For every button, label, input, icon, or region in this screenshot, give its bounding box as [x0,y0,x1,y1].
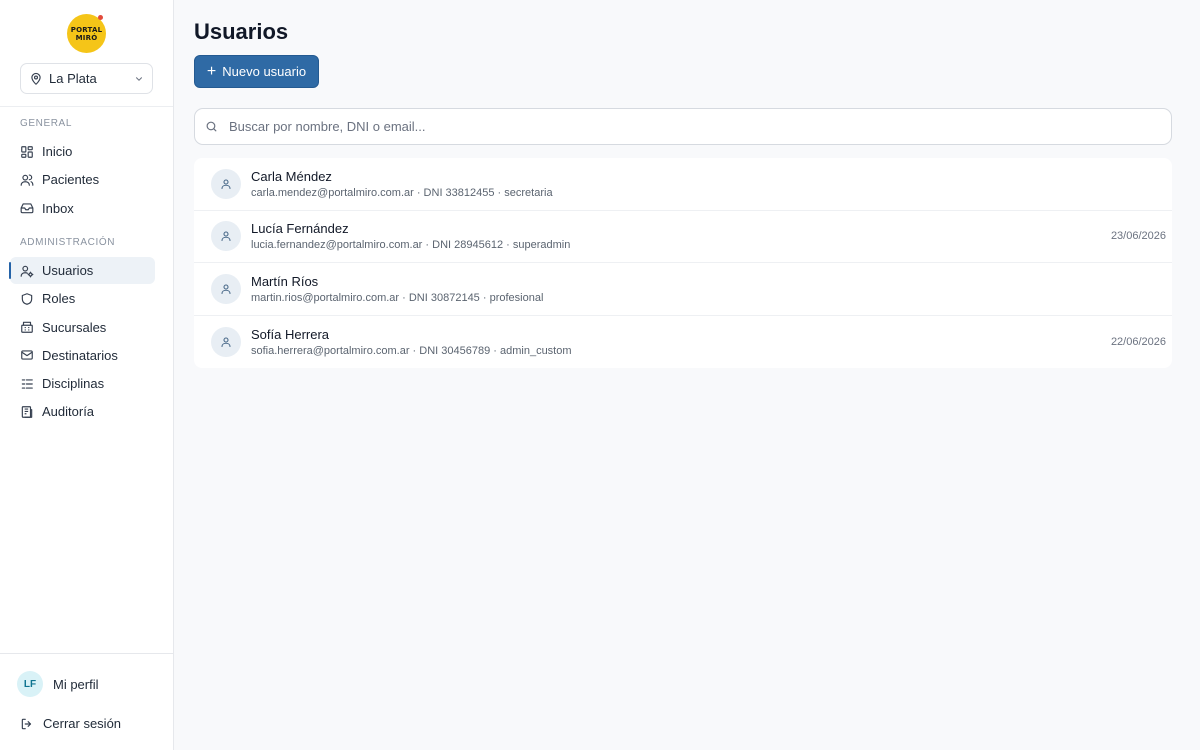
sidebar-item-disciplinas[interactable]: Disciplinas [10,370,155,397]
user-meta: lucia.fernandez@portalmiro.com.ar · DNI … [251,239,571,252]
app-root: PORTAL MIRÓ La Plata GENERAL Inicio Paci… [0,0,1200,750]
user-info: Lucía Fernández lucia.fernandez@portalmi… [251,221,570,251]
branch-select[interactable]: La Plata [20,63,153,94]
sidebar: PORTAL MIRÓ La Plata GENERAL Inicio Paci… [0,0,174,750]
sidebar-item-pacientes[interactable]: Pacientes [10,166,155,193]
search-box [194,108,1172,145]
sidebar-item-roles[interactable]: Roles [10,285,155,312]
sidebar-item-label: Auditoría [42,404,95,420]
sidebar-item-label: Roles [42,291,76,307]
sidebar-item-label: Pacientes [42,172,100,188]
user-meta: carla.mendez@portalmiro.com.ar · DNI 338… [251,186,553,199]
list-item[interactable]: Lucía Fernández lucia.fernandez@portalmi… [194,211,1172,263]
logo-text-line1: PORTAL [70,25,103,34]
user-icon [221,231,231,242]
branch-select-value: La Plata [49,71,97,86]
profile-label: Mi perfil [53,676,99,692]
audit-icon [21,406,33,418]
sidebar-item-usuarios[interactable]: Usuarios [9,257,155,284]
shield-icon [21,292,33,305]
sidebar-item-label: Inbox [42,200,74,216]
portal-miro-logo[interactable]: PORTAL MIRÓ [67,14,106,53]
sidebar-item-auditoria[interactable]: Auditoría [10,398,155,425]
search-input[interactable] [229,119,1129,134]
sidebar-item-sucursales[interactable]: Sucursales [10,314,155,341]
sidebar-item-label: Disciplinas [42,376,105,392]
new-user-button[interactable]: + Nuevo usuario [194,55,319,88]
grid-icon [21,145,33,158]
user-name: Sofía Herrera [251,326,330,342]
sidebar-footer: LF Mi perfil Cerrar sesión [0,653,174,750]
inbox-icon [20,203,34,214]
section-label-admin: ADMINISTRACIÓN [20,237,116,248]
users-icon [20,174,34,186]
nav-general: GENERAL Inicio Pacientes Inbox [0,118,174,223]
logo-text-line2: MIRÓ [75,33,98,42]
plus-icon: + [206,62,217,80]
list-item[interactable]: Martín Ríos martin.rios@portalmiro.com.a… [194,263,1172,316]
user-icon [221,179,231,189]
nav-administracion: ADMINISTRACIÓN Usuarios Roles Sucursales… [0,237,174,427]
user-avatar [211,326,241,357]
user-info: Carla Méndez carla.mendez@portalmiro.com… [251,169,553,199]
logo-dot [98,15,103,20]
user-name: Carla Méndez [251,168,332,184]
user-avatar [211,168,241,199]
user-avatar [211,221,241,252]
search-icon [206,121,217,132]
section-label-general: GENERAL [20,118,72,129]
mail-icon [21,350,33,361]
user-date: 23/06/2026 [1110,230,1166,243]
profile-link[interactable]: LF Mi perfil [17,671,99,697]
sidebar-item-label: Inicio [42,144,73,159]
sidebar-item-label: Destinatarios [42,347,118,363]
logout-icon [21,718,32,729]
user-list: Carla Méndez carla.mendez@portalmiro.com… [194,158,1172,368]
list-item[interactable]: Carla Méndez carla.mendez@portalmiro.com… [194,158,1172,211]
sidebar-item-label: Usuarios [42,263,94,278]
user-meta: sofia.herrera@portalmiro.com.ar · DNI 30… [251,344,572,357]
list-icon [21,379,33,389]
logout-label: Cerrar sesión [43,716,122,731]
brand-area: PORTAL MIRÓ La Plata [0,0,173,107]
building-icon [21,321,33,333]
chevron-down-icon [135,76,143,81]
user-name: Lucía Fernández [251,221,349,237]
user-date: 22/06/2026 [1110,335,1166,348]
main-content: Usuarios + Nuevo usuario Carla Méndez ca… [174,0,1200,750]
user-icon [221,337,231,347]
page-title: Usuarios [194,19,289,44]
user-meta: martin.rios@portalmiro.com.ar · DNI 3087… [251,291,544,304]
map-pin-icon [31,72,41,85]
sidebar-item-inbox[interactable]: Inbox [10,195,155,222]
logout-button[interactable]: Cerrar sesión [20,716,121,731]
sidebar-item-label: Sucursales [42,319,107,335]
user-name: Martín Ríos [251,273,319,289]
user-icon [221,284,231,294]
user-info: Martín Ríos martin.rios@portalmiro.com.a… [251,274,543,304]
new-user-button-label: Nuevo usuario [222,64,307,79]
user-avatar [211,273,241,304]
avatar: LF [17,671,43,697]
user-gear-icon [20,265,34,277]
list-item[interactable]: Sofía Herrera sofia.herrera@portalmiro.c… [194,316,1172,369]
sidebar-item-destinatarios[interactable]: Destinatarios [10,342,155,369]
user-info: Sofía Herrera sofia.herrera@portalmiro.c… [251,327,572,357]
sidebar-item-inicio[interactable]: Inicio [10,138,155,165]
